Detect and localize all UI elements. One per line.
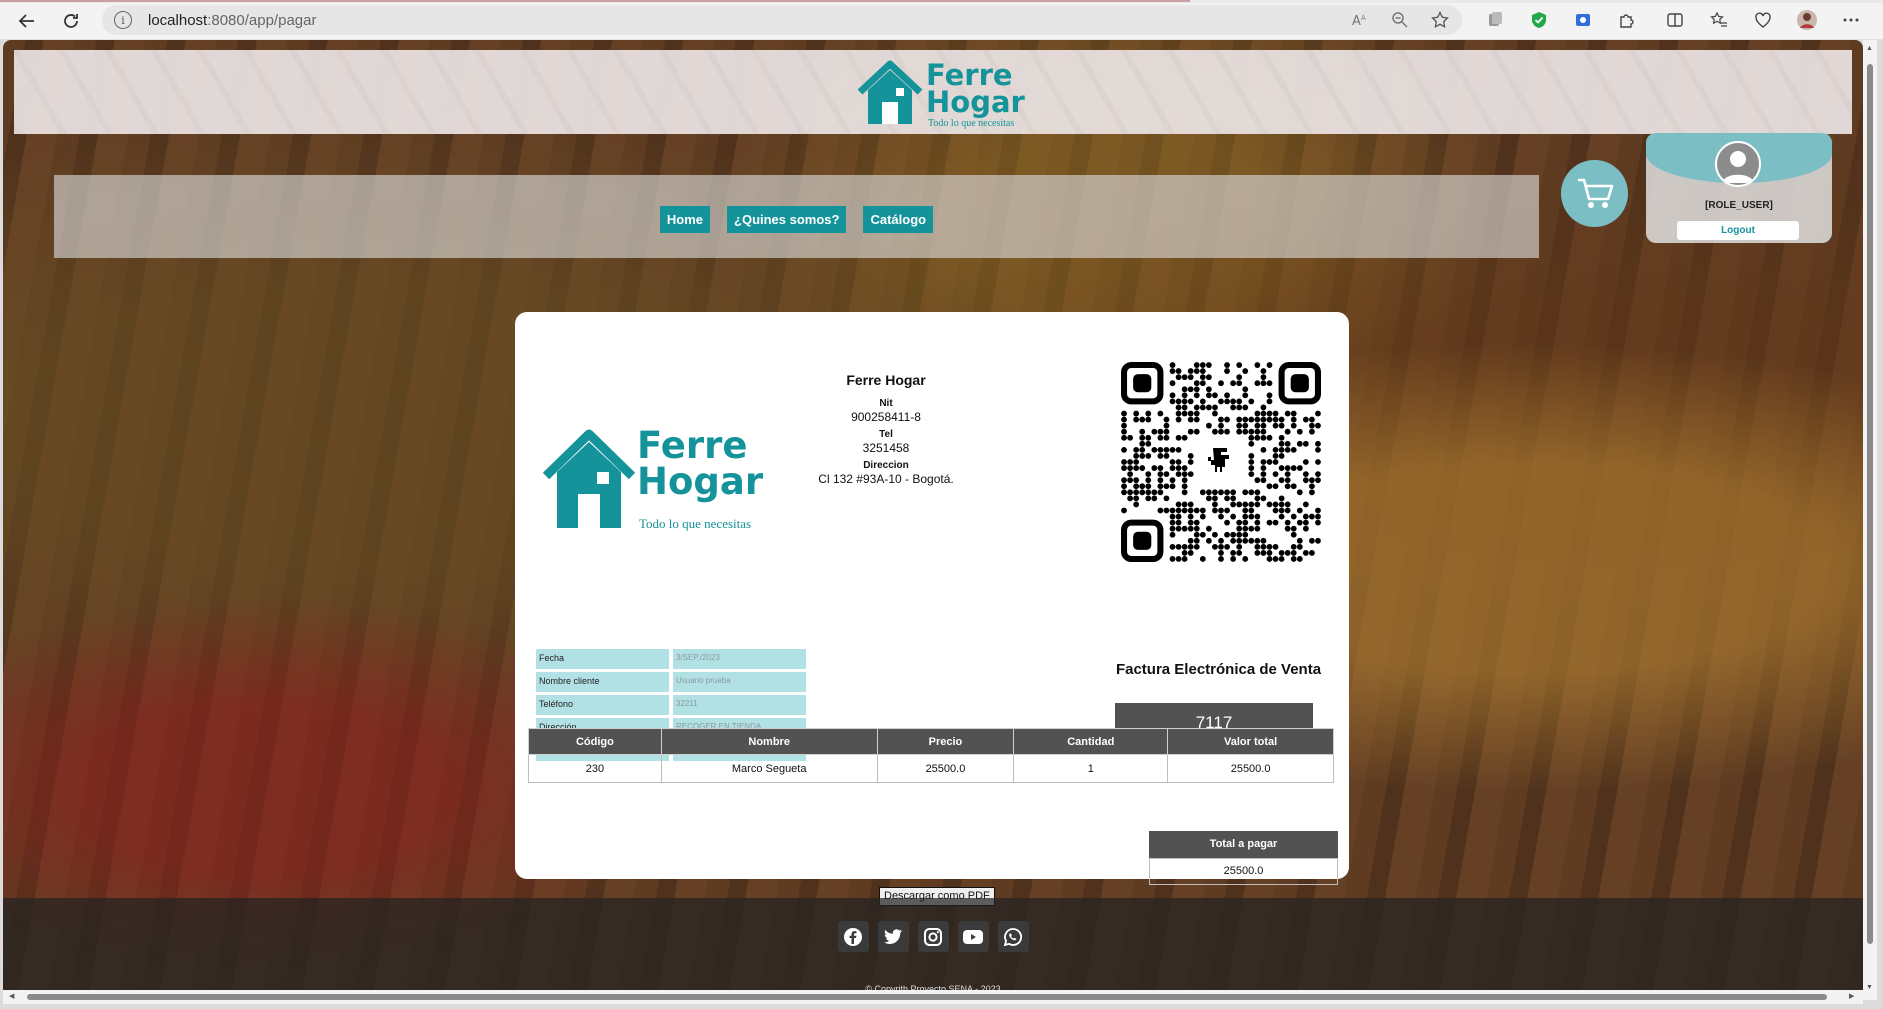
- vertical-scrollbar[interactable]: ▲ ▼: [1863, 40, 1877, 1000]
- company-info: Ferre Hogar Nit 900258411-8 Tel 3251458 …: [777, 372, 995, 490]
- client-info-row: Nombre cliente Usuario prueba: [536, 672, 806, 692]
- logout-button[interactable]: Logout: [1677, 221, 1799, 240]
- table-header-row: Código Nombre Precio Cantidad Valor tota…: [528, 728, 1334, 755]
- company-name: Ferre Hogar: [846, 372, 926, 388]
- table-cell: Marco Segueta: [660, 754, 878, 783]
- more-options-icon[interactable]: [1840, 9, 1862, 31]
- read-aloud-icon[interactable]: AA: [1350, 10, 1370, 30]
- table-cell: 230: [528, 754, 662, 783]
- invoice-qr-code: [1121, 362, 1321, 562]
- shopping-cart-icon: [1577, 178, 1613, 208]
- site-header-banner: Ferre Hogar Todo lo que necesitas: [14, 50, 1852, 134]
- tab-strip-edge: [0, 0, 1883, 3]
- scroll-down-icon[interactable]: ▼: [1866, 984, 1873, 991]
- invoice-title: Factura Electrónica de Venta: [1115, 661, 1322, 678]
- nav-panel: Home ¿Quines somos? Catálogo: [54, 175, 1539, 258]
- horizontal-scrollbar-thumb[interactable]: [27, 994, 1827, 1000]
- tel-value: 3251458: [862, 441, 910, 455]
- svg-text:A: A: [1361, 14, 1366, 22]
- user-panel: [ROLE_USER] Logout: [1646, 133, 1832, 243]
- client-info-row: Teléfono 32211: [536, 695, 806, 715]
- main-nav: Home ¿Quines somos? Catálogo: [54, 206, 1539, 233]
- total-value: 25500.0: [1149, 858, 1338, 885]
- address-bar[interactable]: i localhost:8080/app/pagar AA: [102, 5, 1462, 35]
- scroll-up-icon[interactable]: ▲: [1866, 45, 1873, 52]
- extension-icon[interactable]: [1484, 9, 1506, 31]
- column-header: Código: [528, 728, 662, 755]
- browser-essentials-icon[interactable]: [1752, 9, 1774, 31]
- total-label: Total a pagar: [1149, 831, 1338, 858]
- profile-avatar-icon[interactable]: [1796, 9, 1818, 31]
- zoom-out-icon[interactable]: [1390, 10, 1410, 30]
- nav-home-link[interactable]: Home: [659, 206, 711, 233]
- browser-toolbar: i localhost:8080/app/pagar AA: [0, 0, 1883, 40]
- column-header: Nombre: [660, 728, 878, 755]
- nit-label: Nit: [879, 398, 893, 409]
- url-text[interactable]: localhost:8080/app/pagar: [148, 12, 316, 29]
- client-field-value: Usuario prueba: [673, 672, 806, 692]
- column-header: Cantidad: [1013, 728, 1169, 755]
- nav-about-link[interactable]: ¿Quines somos?: [727, 206, 847, 233]
- split-screen-icon[interactable]: [1664, 9, 1686, 31]
- client-field-value: 32211: [673, 695, 806, 715]
- back-arrow-icon: [18, 14, 34, 28]
- client-field-label: Teléfono: [536, 695, 669, 715]
- client-field-label: Fecha: [536, 649, 669, 669]
- scroll-left-icon[interactable]: ◀: [9, 992, 14, 1000]
- user-role: [ROLE_USER]: [1705, 200, 1773, 211]
- qr-center-mark: [1208, 448, 1229, 472]
- shield-extension-icon[interactable]: [1528, 9, 1550, 31]
- favorite-star-icon[interactable]: [1430, 10, 1450, 30]
- client-field-value: 3/SEP./2023: [673, 649, 806, 669]
- table-cell: 25500.0: [1167, 754, 1334, 783]
- page-viewport: Ferre Hogar Todo lo que necesitas Home ¿…: [3, 40, 1863, 1000]
- svg-text:A: A: [1352, 14, 1361, 28]
- screen-capture-icon[interactable]: [1572, 9, 1594, 31]
- horizontal-scrollbar[interactable]: ◀ ▶: [3, 990, 1863, 1004]
- invoice-items-table: Código Nombre Precio Cantidad Valor tota…: [528, 728, 1334, 783]
- extensions-puzzle-icon[interactable]: [1616, 9, 1638, 31]
- table-cell: 25500.0: [876, 754, 1015, 783]
- cart-button[interactable]: [1561, 160, 1628, 227]
- tel-label: Tel: [879, 429, 893, 440]
- scroll-right-icon[interactable]: ▶: [1849, 992, 1854, 1000]
- whatsapp-icon[interactable]: [997, 921, 1029, 952]
- house-logo-icon: [857, 60, 923, 124]
- column-header: Valor total: [1167, 728, 1334, 755]
- column-header: Precio: [876, 728, 1015, 755]
- brand-logo[interactable]: Ferre Hogar Todo lo que necesitas: [856, 56, 1026, 130]
- brand-tagline: Todo lo que necesitas: [928, 118, 1015, 129]
- invoice-card: Ferre Hogar Todo lo que necesitas Ferre …: [515, 312, 1349, 906]
- invoice-logo: Ferre Hogar Todo lo que necesitas: [541, 424, 771, 538]
- site-footer: © Copyrith Proyecto SENA - 2023: [3, 898, 1863, 1000]
- site-info-icon[interactable]: i: [114, 11, 132, 29]
- user-avatar-icon: [1715, 141, 1761, 187]
- facebook-icon[interactable]: [837, 921, 869, 952]
- nav-catalog-link[interactable]: Catálogo: [863, 206, 934, 233]
- favorites-list-icon[interactable]: [1708, 9, 1730, 31]
- address-label: Direccion: [863, 460, 909, 471]
- reload-button[interactable]: [58, 8, 84, 34]
- total-box: Total a pagar 25500.0: [1149, 831, 1338, 885]
- invoice-brand-tagline: Todo lo que necesitas: [639, 516, 752, 531]
- youtube-icon[interactable]: [957, 921, 989, 952]
- table-row: 230 Marco Segueta 25500.0 1 25500.0: [528, 754, 1334, 783]
- address-value: Cl 132 #93A-10 - Bogotá.: [818, 472, 954, 486]
- vertical-scrollbar-thumb[interactable]: [1867, 64, 1873, 944]
- brand-name: Ferre Hogar: [926, 58, 1025, 119]
- nit-value: 900258411-8: [851, 410, 921, 424]
- house-logo-icon: [542, 429, 636, 528]
- reload-icon: [64, 14, 78, 28]
- instagram-icon[interactable]: [917, 921, 949, 952]
- client-field-label: Nombre cliente: [536, 672, 669, 692]
- table-cell: 1: [1013, 754, 1169, 783]
- client-info-row: Fecha 3/SEP./2023: [536, 649, 806, 669]
- invoice-brand-name: Ferre Hogar: [637, 424, 764, 503]
- social-links: [3, 921, 1863, 952]
- twitter-icon[interactable]: [877, 921, 909, 952]
- back-button[interactable]: [14, 8, 40, 34]
